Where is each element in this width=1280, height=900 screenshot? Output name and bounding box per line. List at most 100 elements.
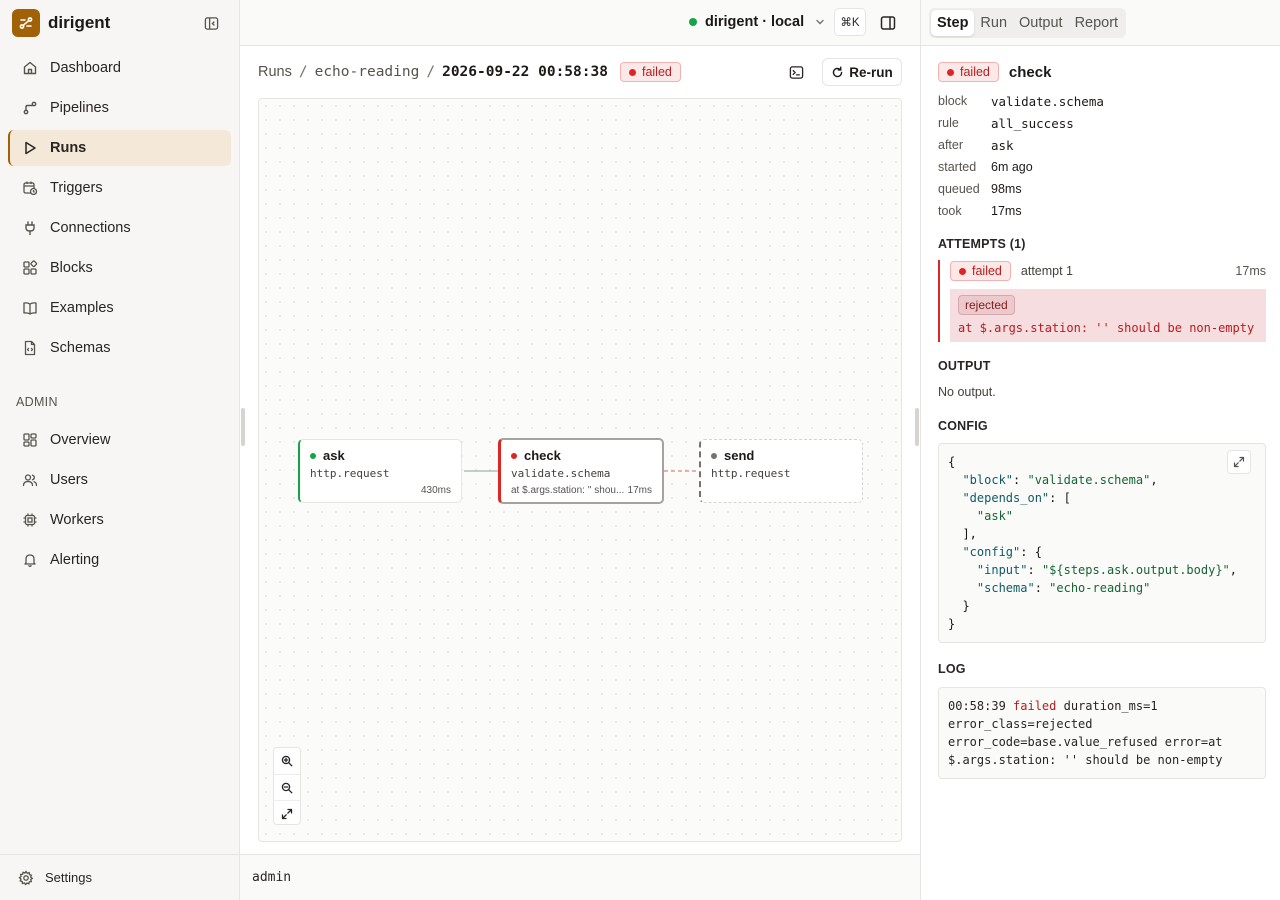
step-title: check xyxy=(1008,63,1052,81)
tab-run[interactable]: Run xyxy=(974,10,1013,36)
sidebar-item-workers[interactable]: Workers xyxy=(8,502,231,538)
blocks-icon xyxy=(22,260,38,276)
run-status-label: failed xyxy=(641,65,672,79)
sidebar-item-pipelines[interactable]: Pipelines xyxy=(8,90,231,126)
zoom-controls xyxy=(273,747,301,825)
gear-icon xyxy=(18,869,34,886)
error-class-badge: rejected xyxy=(958,295,1015,315)
graph-node-check[interactable]: check validate.schema at $.args.station:… xyxy=(498,438,664,504)
attempt-status-badge: failed xyxy=(950,261,1011,281)
json-value: "ask" xyxy=(976,509,1014,523)
sidebar-item-label: Triggers xyxy=(50,180,103,196)
sidebar-item-users[interactable]: Users xyxy=(8,462,231,498)
json-key: "block" xyxy=(962,473,1014,487)
step-property-row: block validate.schema xyxy=(938,90,1266,112)
property-value: 17ms xyxy=(991,204,1022,218)
sidebar-item-label: Alerting xyxy=(50,552,100,568)
step-properties: block validate.schema rule all_success aft… xyxy=(938,90,1266,222)
bell-icon xyxy=(22,552,38,568)
json-value: "validate.schema" xyxy=(1027,473,1151,487)
property-key: started xyxy=(938,160,977,174)
failed-dot xyxy=(959,267,966,275)
breadcrumb-separator: / xyxy=(298,64,308,80)
sidebar-item-examples[interactable]: Examples xyxy=(8,290,231,326)
terminal-icon[interactable] xyxy=(785,61,807,83)
graph-node-send[interactable]: send http.request xyxy=(699,439,863,503)
property-key: queued xyxy=(938,182,980,196)
log-time: 00:58:39 xyxy=(948,699,1006,713)
sidebar-item-alerting[interactable]: Alerting xyxy=(8,542,231,578)
node-name: ask xyxy=(323,448,345,463)
sidebar-item-overview[interactable]: Overview xyxy=(8,422,231,458)
pipeline-icon xyxy=(22,100,38,116)
step-header: failed check xyxy=(938,62,1266,82)
expand-icon[interactable] xyxy=(1227,450,1251,474)
fit-view-icon[interactable] xyxy=(274,800,300,826)
attempt-label: attempt 1 xyxy=(1020,264,1074,278)
sidebar-item-runs[interactable]: Runs xyxy=(8,130,231,166)
property-key: block xyxy=(938,94,968,108)
settings-link[interactable]: Settings xyxy=(0,854,240,900)
log-line: $.args.station: '' should be non-empty xyxy=(948,753,1223,767)
breadcrumb: Runs / echo-reading / 2026-09-22 00:58:3… xyxy=(258,60,681,84)
command-palette-button[interactable]: ⌘K xyxy=(834,8,866,36)
sidebar-item-dashboard[interactable]: Dashboard xyxy=(8,50,231,86)
sidebar-item-label: Blocks xyxy=(50,260,93,276)
home-icon xyxy=(22,60,38,76)
sidebar-item-label: Workers xyxy=(50,512,104,528)
sidebar-item-schemas[interactable]: Schemas xyxy=(8,330,231,366)
failed-dot xyxy=(628,68,636,76)
refresh-icon xyxy=(831,66,844,79)
zoom-in-icon[interactable] xyxy=(274,748,300,774)
toggle-panel-icon[interactable] xyxy=(878,13,898,33)
json-value: "${steps.ask.output.body}" xyxy=(1041,563,1230,577)
graph-node-ask[interactable]: ask http.request 430ms xyxy=(298,439,462,503)
sidebar-item-blocks[interactable]: Blocks xyxy=(8,250,231,286)
sidebar-collapse-icon[interactable] xyxy=(201,13,221,33)
json-value: "echo-reading" xyxy=(1049,581,1151,595)
tab-report[interactable]: Report xyxy=(1069,10,1125,36)
json-key: "depends_on" xyxy=(962,491,1050,505)
output-heading: OUTPUT xyxy=(938,359,991,373)
sidebar-item-triggers[interactable]: Triggers xyxy=(8,170,231,206)
breadcrumb-runs[interactable]: Runs xyxy=(258,64,292,80)
zoom-out-icon[interactable] xyxy=(274,774,300,800)
top-bar: dirigent · local ⌘K xyxy=(240,0,920,46)
dirigent-logo-icon xyxy=(12,9,40,37)
sidebar-item-connections[interactable]: Connections xyxy=(8,210,231,246)
panel-tabs: Step Run Output Report xyxy=(929,8,1127,38)
property-key: took xyxy=(938,204,962,218)
node-status-dot xyxy=(711,452,717,459)
step-property-row: rule all_success xyxy=(938,112,1266,134)
environment-selector[interactable]: dirigent · local xyxy=(689,14,826,30)
property-key: rule xyxy=(938,116,959,130)
step-property-row: took 17ms xyxy=(938,200,1266,222)
failed-dot xyxy=(947,68,954,76)
main-nav: Dashboard Pipelines Runs Triggers Connec… xyxy=(8,50,231,370)
sidebar-item-label: Connections xyxy=(50,220,131,236)
admin-nav: Overview Users Workers Alerting xyxy=(8,422,231,582)
attempt-item: failed attempt 1 17ms rejected at $.args… xyxy=(938,260,1266,342)
log-line: error_code=base.value_refused error=at xyxy=(948,735,1223,749)
sidebar-item-label: Examples xyxy=(50,300,114,316)
sidebar-item-label: Dashboard xyxy=(50,60,121,76)
pipeline-graph-canvas[interactable]: ask http.request 430ms check validate.sc… xyxy=(258,98,902,842)
log-level: failed xyxy=(1013,699,1057,713)
log-line: error_class=rejected xyxy=(948,717,1093,731)
step-property-row: after ask xyxy=(938,134,1266,156)
log-heading: LOG xyxy=(938,662,966,676)
tab-step[interactable]: Step xyxy=(931,10,975,36)
property-value: ask xyxy=(991,137,1014,153)
node-duration: 430ms xyxy=(420,485,451,496)
breadcrumb-pipeline[interactable]: echo-reading xyxy=(315,64,420,80)
right-resize-handle[interactable] xyxy=(915,408,919,446)
left-resize-handle[interactable] xyxy=(241,408,245,446)
property-value: 6m ago xyxy=(991,160,1033,174)
step-status-badge: failed xyxy=(938,62,999,82)
rerun-button[interactable]: Re-run xyxy=(822,58,902,86)
log-text: duration_ms=1 xyxy=(1063,699,1158,713)
attempt-duration: 17ms xyxy=(1235,264,1266,278)
tab-output[interactable]: Output xyxy=(1013,10,1069,36)
sidebar-item-label: Pipelines xyxy=(50,100,109,116)
sidebar-item-label: Users xyxy=(50,472,88,488)
